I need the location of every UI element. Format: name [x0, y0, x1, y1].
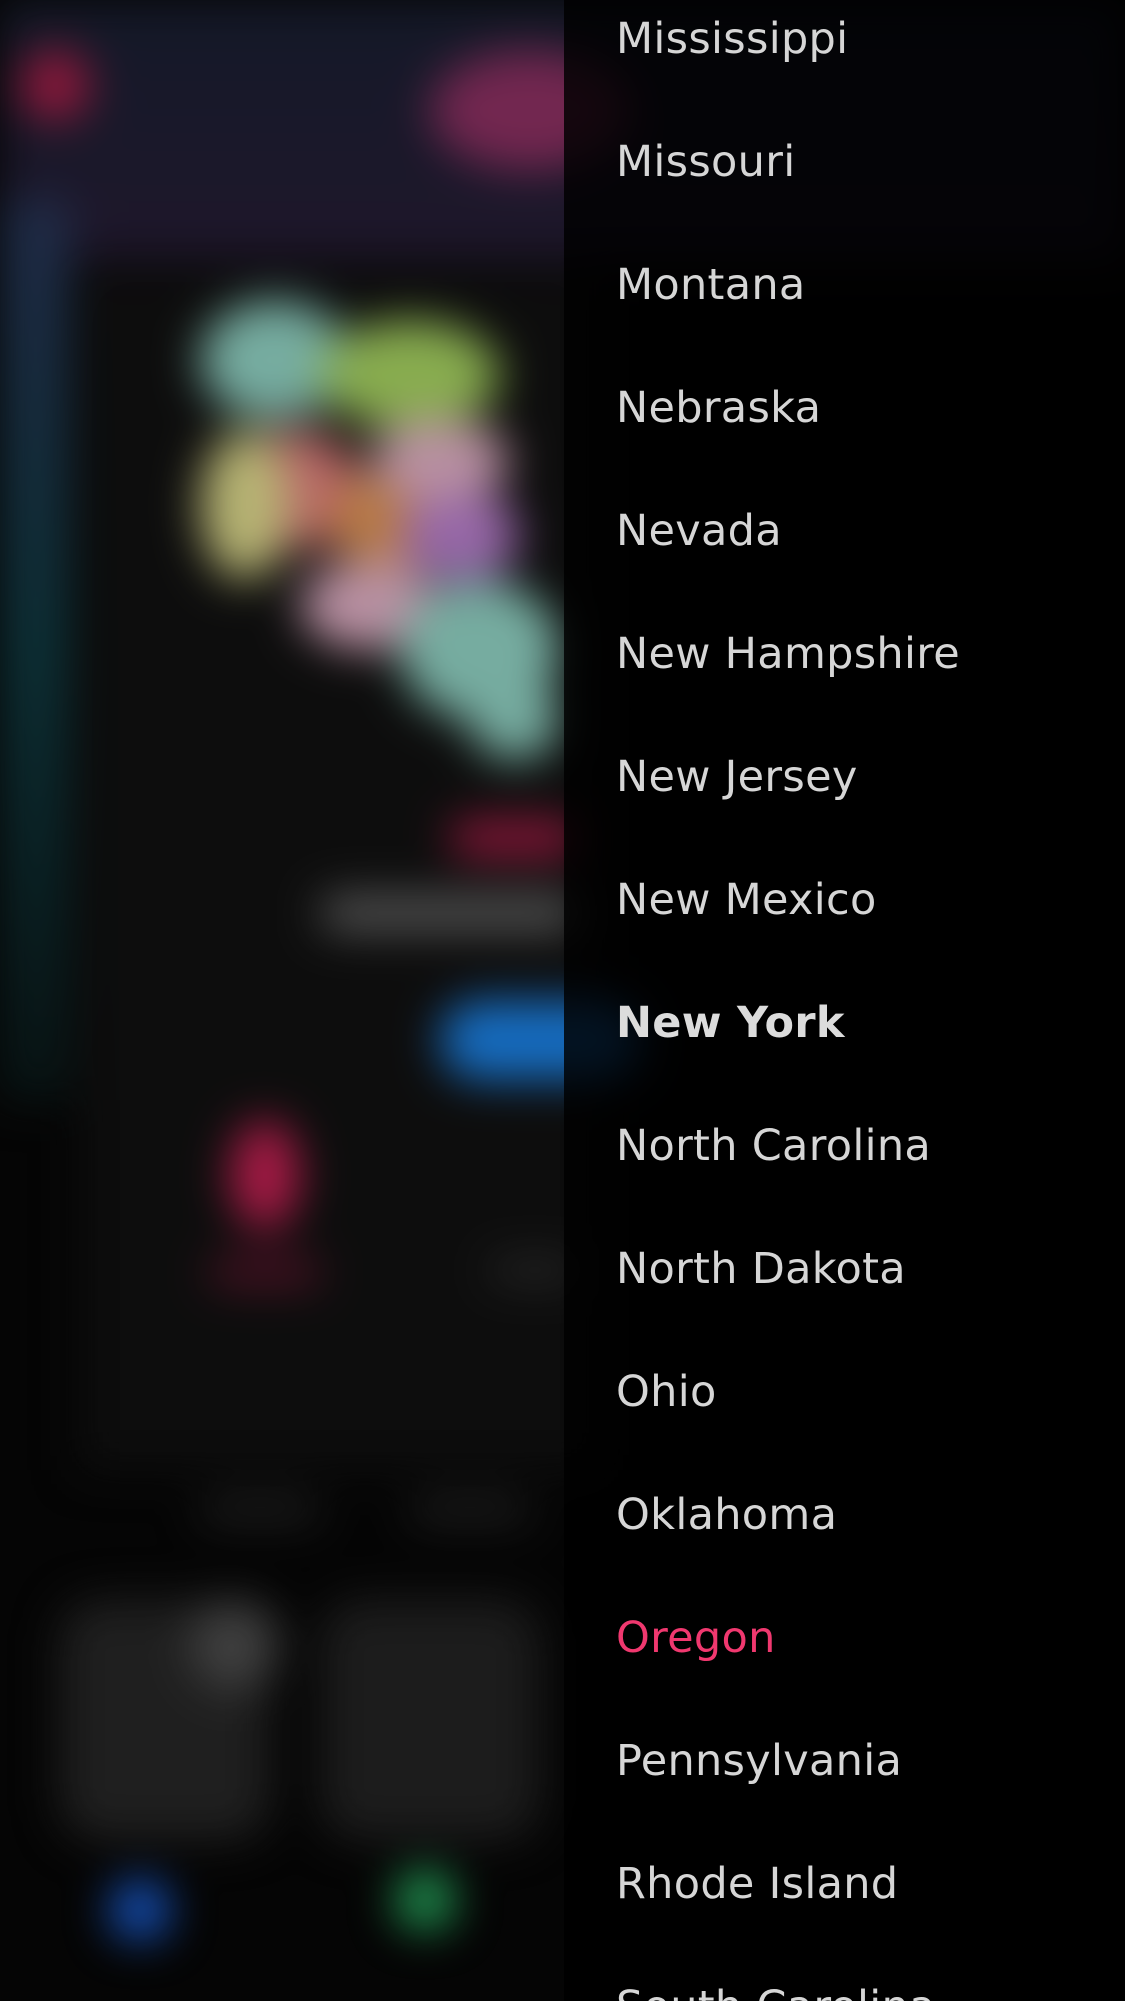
state-option-north-carolina[interactable]: North Carolina [564, 1084, 1125, 1207]
state-option-north-dakota[interactable]: North Dakota [564, 1207, 1125, 1330]
state-option-oregon[interactable]: Oregon [564, 1576, 1125, 1699]
state-option-ohio[interactable]: Ohio [564, 1330, 1125, 1453]
state-option-south-carolina[interactable]: South Carolina [564, 1945, 1125, 2001]
state-option-pennsylvania[interactable]: Pennsylvania [564, 1699, 1125, 1822]
state-option-rhode-island[interactable]: Rhode Island [564, 1822, 1125, 1945]
state-option-nevada[interactable]: Nevada [564, 469, 1125, 592]
state-option-mississippi[interactable]: Mississippi [564, 0, 1125, 100]
state-picker-panel[interactable]: Mississippi Missouri Montana Nebraska Nevada… [564, 0, 1125, 2001]
screen: Mississippi Missouri Montana Nebraska Nevada… [0, 0, 1125, 2001]
state-option-montana[interactable]: Montana [564, 223, 1125, 346]
state-option-nebraska[interactable]: Nebraska [564, 346, 1125, 469]
state-option-missouri[interactable]: Missouri [564, 100, 1125, 223]
state-option-new-hampshire[interactable]: New Hampshire [564, 592, 1125, 715]
state-option-new-york[interactable]: New York [564, 961, 1125, 1084]
state-options-list[interactable]: Mississippi Missouri Montana Nebraska Nevada… [564, 0, 1125, 2001]
state-option-new-jersey[interactable]: New Jersey [564, 715, 1125, 838]
state-option-new-mexico[interactable]: New Mexico [564, 838, 1125, 961]
state-option-oklahoma[interactable]: Oklahoma [564, 1453, 1125, 1576]
